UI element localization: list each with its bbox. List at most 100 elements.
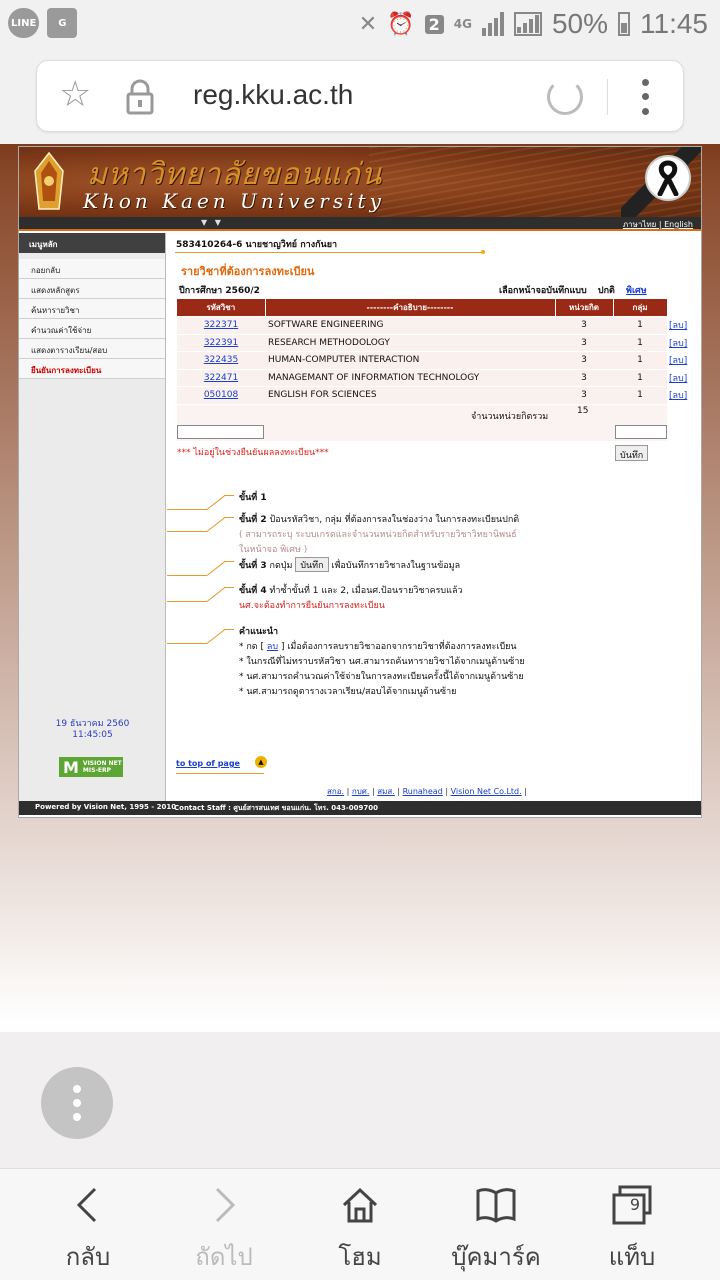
col-action: [667, 299, 700, 317]
step-connector: [224, 561, 234, 562]
back-arrow-icon: [76, 1187, 97, 1223]
step-2-note: ( สามารถระบุ ระบบเกรดและจำนวนหน่วยกิตสำห…: [239, 530, 517, 540]
step-connector: [206, 629, 225, 644]
course-credit: 3: [555, 334, 613, 352]
lang-english-link[interactable]: English: [664, 220, 693, 229]
footer-link[interactable]: กบศ.: [352, 787, 370, 796]
home-button[interactable]: โฮม: [295, 1183, 425, 1276]
footer-link[interactable]: Runahead: [403, 787, 443, 796]
step-connector: [224, 587, 234, 588]
advice-text: * นศ.สามารถดูตารางเวลาเรียน/สอบได้จากเมน…: [239, 687, 457, 697]
lang-thai-link[interactable]: ภาษาไทย: [623, 220, 657, 229]
step-connector: [167, 509, 207, 510]
mode-special-link[interactable]: พิเศษ: [626, 286, 647, 296]
delete-link[interactable]: [ลบ]: [669, 374, 687, 384]
step-connector: [224, 495, 234, 496]
delete-link[interactable]: [ลบ]: [669, 339, 687, 349]
sidebar-item-search-course[interactable]: ค้นหารายวิชา: [19, 299, 165, 319]
step-connector: [206, 495, 225, 510]
step-connector: [167, 575, 207, 576]
sidebar-item-confirm-registration[interactable]: ยืนยันการลงทะเบียน: [19, 359, 165, 379]
academic-year: ปีการศึกษา 2560/2: [179, 286, 260, 296]
step-save-button[interactable]: บันทึก: [295, 557, 329, 572]
table-row: 322371 SOFTWARE ENGINEERING 3 1 [ลบ]: [177, 316, 699, 335]
sidebar-item-curriculum[interactable]: แสดงหลักสูตร: [19, 279, 165, 299]
step-1-head: ขั้นที่ 1: [239, 493, 267, 503]
step-connector: [224, 629, 234, 630]
divider-dot: [481, 250, 485, 254]
course-code-link[interactable]: 050108: [204, 390, 238, 400]
network-type: 4G: [453, 17, 472, 31]
course-name: HUMAN-COMPUTER INTERACTION: [265, 351, 555, 370]
top-nav-bar: ▼ ▼ ภาษาไทย | English: [19, 217, 701, 231]
reload-icon[interactable]: [547, 79, 583, 115]
table-row: 322435 HUMAN-COMPUTER INTERACTION 3 1 [ล…: [177, 351, 699, 370]
course-code-link[interactable]: 322471: [204, 373, 238, 383]
course-code-link[interactable]: 322391: [204, 338, 238, 348]
url-text[interactable]: reg.kku.ac.th: [193, 79, 353, 111]
delete-link[interactable]: [ลบ]: [669, 321, 687, 331]
advice-delete-link[interactable]: ลบ: [267, 642, 278, 652]
bookmarks-button[interactable]: บุ๊คมาร์ค: [431, 1183, 561, 1276]
course-code-cell: 322471: [177, 369, 265, 387]
main-content: 583410264-6 นายชาญวิทย์ กางกันยา รายวิชา…: [167, 233, 701, 801]
course-code-input[interactable]: [177, 425, 264, 439]
delete-cell: [ลบ]: [667, 369, 699, 387]
lock-icon: [126, 79, 154, 115]
advice-head: คำแนะนำ: [239, 627, 279, 637]
nav-dropdown-arrows[interactable]: ▼ ▼: [201, 218, 221, 227]
address-bar[interactable]: ☆ reg.kku.ac.th: [36, 60, 684, 132]
floating-menu-button[interactable]: [41, 1067, 113, 1139]
black-ribbon-icon: [645, 155, 691, 201]
footer-link[interactable]: สมส.: [377, 787, 395, 796]
save-button[interactable]: บันทึก: [615, 445, 649, 461]
step-connector: [206, 587, 225, 602]
delete-cell: [ลบ]: [667, 316, 699, 335]
banner-english-name: Khon Kaen University: [83, 189, 385, 213]
up-arrow-icon[interactable]: ▲: [255, 756, 267, 768]
site-footer-bar: Powered by Vision Net, 1995 - 2010 Conta…: [19, 801, 701, 815]
back-button[interactable]: กลับ: [23, 1183, 153, 1276]
table-header-row: รหัสวิชา --------คำอธิบาย-------- หน่วยก…: [177, 299, 700, 317]
web-page: มหาวิทยาลัยขอนแก่น Khon Kaen University …: [0, 144, 720, 1032]
to-top-link[interactable]: to top of page: [176, 759, 240, 768]
m-logo-icon: M: [63, 757, 79, 777]
sidebar-item-calculate-fee[interactable]: คำนวณค่าใช้จ่าย: [19, 319, 165, 339]
step-2-text: ป้อนรหัสวิชา, กลุ่ม ที่ต้องการลงในช่องว่…: [266, 515, 520, 525]
step-3-text: กดปุ่ม: [266, 561, 296, 571]
course-credit: 3: [555, 316, 613, 335]
table-row: 322391 RESEARCH METHODOLOGY 3 1 [ลบ]: [177, 334, 699, 352]
course-name: SOFTWARE ENGINEERING: [265, 316, 555, 335]
bookmarks-label: บุ๊คมาร์ค: [451, 1243, 541, 1271]
battery-icon: [618, 12, 630, 36]
footer-link[interactable]: สกอ.: [327, 787, 344, 796]
step-connector: [167, 643, 207, 644]
entry-mode: เลือกหน้าจอบันทึกแบบ ปกติ พิเศษ: [499, 283, 647, 297]
delete-cell: [ลบ]: [667, 351, 699, 370]
forward-button[interactable]: ถัดไป: [159, 1183, 289, 1276]
delete-link[interactable]: [ลบ]: [669, 391, 687, 401]
course-group: 1: [613, 351, 667, 370]
course-group: 1: [613, 369, 667, 387]
more-menu-icon[interactable]: [635, 75, 655, 119]
tabs-button[interactable]: 9 แท็บ: [567, 1183, 697, 1276]
course-name: RESEARCH METHODOLOGY: [265, 334, 555, 352]
table-row: 322471 MANAGEMANT OF INFORMATION TECHNOL…: [177, 369, 699, 387]
university-banner: มหาวิทยาลัยขอนแก่น Khon Kaen University: [19, 147, 701, 217]
star-icon[interactable]: ☆: [59, 75, 91, 115]
footer-link[interactable]: Vision Net Co.Ltd.: [451, 787, 522, 796]
sidebar-item-timetable[interactable]: แสดงตารางเรียน/สอบ: [19, 339, 165, 359]
course-code-link[interactable]: 322371: [204, 320, 238, 330]
vision-net-logo[interactable]: M VISION NET MIS-ERP: [59, 757, 123, 777]
sidebar-item-back[interactable]: กอยกลับ: [19, 259, 165, 279]
group-input[interactable]: [615, 425, 667, 439]
course-code-link[interactable]: 322435: [204, 355, 238, 365]
step-2: ขั้นที่ 2 ป้อนรหัสวิชา, กลุ่ม ที่ต้องการ…: [239, 513, 569, 558]
col-description: --------คำอธิบาย--------: [265, 299, 556, 317]
home-label: โฮม: [338, 1243, 382, 1271]
step-connector: [167, 601, 207, 602]
sim-badge: 2: [424, 14, 444, 34]
course-name: MANAGEMANT OF INFORMATION TECHNOLOGY: [265, 369, 555, 387]
delete-link[interactable]: [ลบ]: [669, 356, 687, 366]
course-name: ENGLISH FOR SCIENCES: [265, 386, 555, 405]
